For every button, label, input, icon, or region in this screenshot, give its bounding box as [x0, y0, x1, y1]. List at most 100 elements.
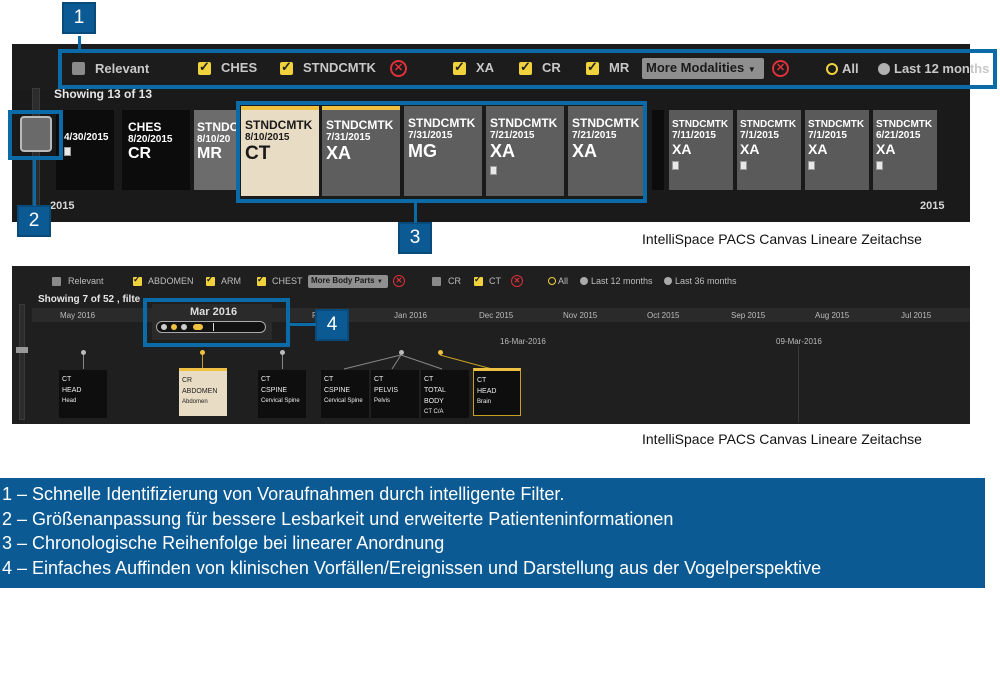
all-radio[interactable] [548, 277, 556, 285]
more-body-parts-dropdown[interactable]: More Body Parts ▼ [308, 275, 388, 288]
more-body-parts-label: More Body Parts [311, 276, 375, 285]
tile-date: 7/1/2015 [740, 130, 779, 141]
zoom-slider-handle[interactable] [16, 347, 28, 353]
ct-checkbox[interactable] [474, 274, 483, 286]
year-label-right: 2015 [920, 200, 945, 212]
study-tile[interactable]: CT HEAD Brain [473, 368, 521, 416]
cr-checkbox[interactable] [432, 277, 441, 286]
feature-legend: 1 – Schnelle Identifizierung von Voraufn… [0, 478, 985, 588]
tile-name: STNDCMTK [876, 119, 933, 130]
ct-label: CT [489, 276, 501, 286]
tile-modality: CR [128, 145, 152, 162]
caption-2: IntelliSpace PACS Canvas Lineare Zeitach… [642, 431, 922, 447]
study-tile[interactable]: CT CSPINE Cervical Spine [258, 370, 306, 418]
callout-1-connector [78, 36, 81, 50]
cr-label: CR [448, 276, 461, 286]
date-divider [798, 346, 799, 422]
legend-item-4: 4 – Einfaches Auffinden von klinischen V… [2, 557, 822, 578]
last12-radio[interactable] [580, 277, 588, 285]
tile-name: STNDCMTK [672, 119, 729, 130]
tile-date: 8/20/2015 [128, 134, 173, 145]
tile-date: 8/10/20 [197, 134, 231, 145]
callout-3-badge: 3 [398, 222, 432, 254]
tile-date: 6/21/2015 [876, 130, 921, 141]
chest-checkbox[interactable] [257, 274, 266, 286]
month-label: Nov 2015 [563, 311, 598, 320]
callout-2-badge: 2 [17, 205, 51, 237]
study-tile[interactable]: STNDCMTK 7/1/2015 XA [737, 110, 801, 190]
last36-radio[interactable] [664, 277, 672, 285]
study-tile[interactable]: CT PELVIS Pelvis [371, 370, 419, 418]
study-tile[interactable]: CT HEAD Head [59, 370, 107, 418]
date-label: 09-Mar-2016 [776, 337, 822, 346]
last36-label: Last 36 months [675, 276, 737, 286]
pin-connector [202, 355, 203, 369]
tile-modality: CR [182, 377, 193, 384]
month-label: Oct 2015 [647, 311, 680, 320]
arm-checkbox[interactable] [206, 274, 215, 286]
callout-4-connector [290, 323, 316, 326]
month-label: Sep 2015 [731, 311, 766, 320]
tile-description: CT C/A [424, 409, 444, 415]
legend-item-1: 1 – Schnelle Identifizierung von Voraufn… [2, 484, 565, 504]
study-tile[interactable]: STNDCMTK 6/21/2015 XA [873, 110, 937, 190]
callout-4-highlight [143, 298, 290, 347]
dropdown-caret-icon: ▼ [376, 279, 383, 285]
study-tile-selected[interactable]: CR ABDOMEN Abdomen [179, 368, 227, 416]
tile-modality: XA [740, 141, 760, 157]
abdomen-checkbox[interactable] [133, 274, 142, 286]
document-icon [672, 161, 679, 170]
callout-1-highlight [58, 49, 997, 89]
study-tile[interactable]: STNDCMTK 7/1/2015 XA [805, 110, 869, 190]
date-label: 16-Mar-2016 [500, 337, 546, 346]
study-tile[interactable]: CT CSPINE Cervical Spine [321, 370, 369, 418]
tile-body-part: ABDOMEN [182, 388, 218, 395]
document-icon [876, 161, 883, 170]
study-tile[interactable]: 4/30/2015 [56, 110, 114, 190]
abdomen-label: ABDOMEN [148, 276, 194, 286]
remove-filter-icon[interactable]: ✕ [393, 275, 405, 287]
document-icon [808, 161, 815, 170]
tile-body-part: HEAD [477, 388, 497, 395]
year-label-left: 2015 [50, 200, 75, 212]
tile-date: 7/11/2015 [672, 130, 716, 141]
arm-label: ARM [221, 276, 241, 286]
month-label: May 2016 [60, 311, 96, 320]
study-tile[interactable]: STNDC 8/10/20 MR [194, 110, 238, 190]
tile-body-part: TOTAL BODY [424, 387, 446, 405]
all-label: All [558, 276, 569, 286]
tile-modality: CT [424, 376, 434, 383]
study-tile[interactable]: CT TOTAL BODY CT C/A [421, 370, 469, 418]
tile-body-part: HEAD [62, 387, 82, 394]
study-tile[interactable]: STNDCMTK 7/11/2015 XA [669, 110, 733, 190]
study-tile[interactable]: CHES 8/20/2015 CR [122, 110, 190, 190]
month-label: Aug 2015 [815, 311, 850, 320]
showing-count: Showing 7 of 52 , filte [38, 294, 141, 305]
tile-name: STNDCMTK [740, 119, 797, 130]
tile-description: Cervical Spine [324, 398, 363, 404]
document-icon [740, 161, 747, 170]
pin-connector [282, 355, 283, 369]
callout-3-connector [414, 203, 417, 223]
remove-filter-icon[interactable]: ✕ [511, 275, 523, 287]
callout-3-highlight [236, 101, 647, 203]
tile-description: Brain [477, 399, 492, 405]
month-label: Dec 2015 [479, 311, 514, 320]
callout-2-highlight [8, 110, 63, 160]
tile-body-part: PELVIS [374, 387, 398, 394]
tile-modality: MR [197, 145, 222, 162]
tile-description: Cervical Spine [261, 398, 300, 404]
tile-date: 4/30/2015 [64, 132, 109, 143]
callout-2-connector [33, 160, 36, 206]
callout-1-badge: 1 [62, 2, 96, 34]
tile-modality: XA [876, 141, 896, 157]
relevant-checkbox[interactable] [52, 277, 61, 286]
tile-modality: XA [808, 141, 828, 157]
tile-body-part: CSPINE [324, 387, 351, 394]
tile-name: STNDC [197, 120, 238, 134]
tile-name: STNDCMTK [808, 119, 865, 130]
tile-date: 7/1/2015 [808, 130, 847, 141]
tile-name: CHES [128, 120, 162, 134]
zoom-slider-track[interactable] [19, 304, 25, 420]
tile-divider [652, 110, 664, 190]
